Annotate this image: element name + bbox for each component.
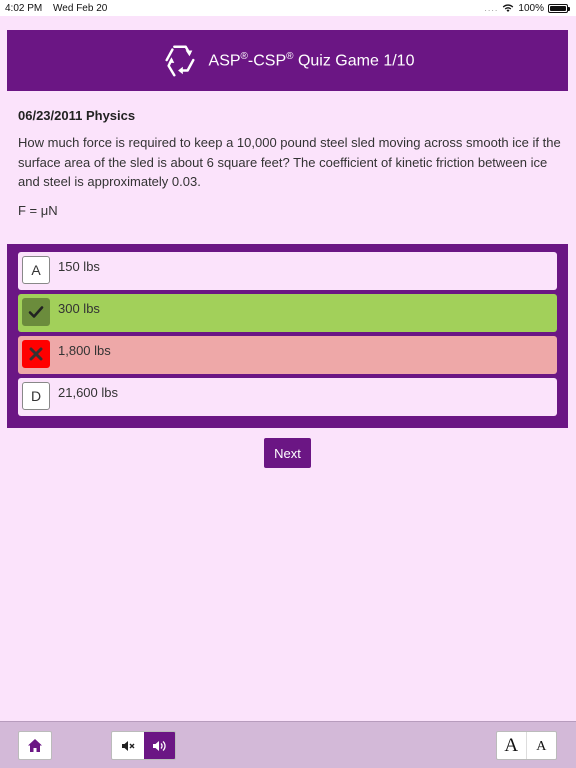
answer-option-d[interactable]: D 21,600 lbs [18,378,557,416]
quiz-title: ASP®-CSP® Quiz Game 1/10 [208,50,415,70]
next-button[interactable]: Next [264,438,311,468]
speaker-mute-icon [121,740,135,751]
answer-list: A 150 lbs 300 lbs 1,800 lbs D 21,600 lbs [7,244,568,428]
status-right: .... 100% [484,2,570,14]
status-time: 4:02 PM [5,2,43,14]
sound-on-button[interactable] [143,732,175,759]
home-icon [28,739,42,752]
battery-percent: 100% [518,2,544,14]
font-decrease-button[interactable]: A [527,732,557,759]
x-mark-icon [22,340,50,368]
question-text: How much force is required to keep a 10,… [18,135,561,189]
answer-letter-badge: D [22,382,50,410]
status-left: 4:02 PM Wed Feb 20 [5,3,115,14]
answer-label: 300 lbs [58,301,100,316]
answer-label: 150 lbs [58,259,100,274]
speaker-on-icon [152,740,166,751]
answer-option-a[interactable]: A 150 lbs [18,252,557,290]
wifi-icon [503,4,514,12]
mute-button[interactable] [112,732,144,759]
bottom-toolbar: A A [0,721,576,768]
font-size-controls: A A [496,731,557,760]
multitask-dots: .... [484,3,499,13]
question-heading: 06/23/2011 Physics [18,108,136,123]
sound-toggle [111,731,176,760]
home-button[interactable] [18,731,52,760]
checkmark-icon [22,298,50,326]
question-formula: F = μN [18,202,58,218]
answer-option-b[interactable]: 300 lbs [18,294,557,332]
answer-letter-badge: A [22,256,50,284]
quiz-header: ASP®-CSP® Quiz Game 1/10 [7,30,568,91]
battery-icon [548,3,570,13]
answer-option-c[interactable]: 1,800 lbs [18,336,557,374]
answer-label: 21,600 lbs [58,385,118,400]
status-date: Wed Feb 20 [53,2,108,14]
question-block: 06/23/2011 Physics How much force is req… [18,108,563,218]
font-increase-button[interactable]: A [497,732,527,759]
hexagon-arrows-icon [164,45,195,76]
answer-label: 1,800 lbs [58,343,111,358]
status-bar: 4:02 PM Wed Feb 20 .... 100% [0,0,576,16]
